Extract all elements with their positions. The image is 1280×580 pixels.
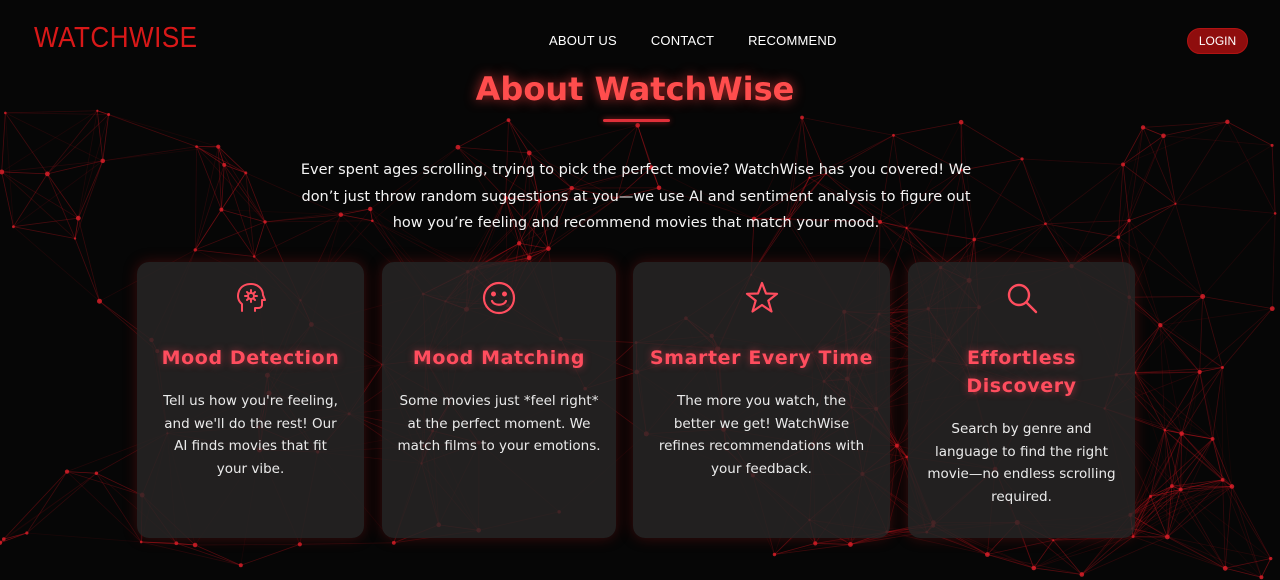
feature-card-mood-matching: Mood Matching Some movies just *feel rig… xyxy=(382,262,616,538)
feature-card-mood-detection: Mood Detection Tell us how you're feelin… xyxy=(137,262,364,538)
feature-title: Effortless Discovery xyxy=(966,347,1077,397)
feature-text: Tell us how you're feeling, and we'll do… xyxy=(163,393,338,477)
feature-card-effortless-discovery: Effortless Discovery Search by genre and… xyxy=(908,262,1135,538)
smiley-icon xyxy=(481,280,517,316)
login-button[interactable]: LOGIN xyxy=(1187,28,1248,54)
top-navbar: WATCHWISE ABOUT US CONTACT RECOMMEND LOG… xyxy=(0,0,1280,82)
about-intro: Ever spent ages scrolling, trying to pic… xyxy=(300,162,972,231)
title-underline xyxy=(603,119,670,122)
feature-text: Search by genre and language to find the… xyxy=(927,421,1116,505)
nav-about-us[interactable]: ABOUT US xyxy=(549,33,617,48)
search-icon xyxy=(1004,280,1040,316)
nav-menu: ABOUT US CONTACT RECOMMEND xyxy=(549,33,837,48)
brand-logo[interactable]: WATCHWISE xyxy=(34,22,198,55)
feature-card-smarter-every-time: Smarter Every Time The more you watch, t… xyxy=(633,262,890,538)
feature-title: Smarter Every Time xyxy=(649,347,874,369)
nav-recommend[interactable]: RECOMMEND xyxy=(748,33,836,48)
star-icon xyxy=(744,280,780,316)
about-section: About WatchWise Ever spent ages scrollin… xyxy=(0,0,1280,580)
feature-text: Some movies just *feel right* at the per… xyxy=(397,393,601,454)
feature-title: Mood Detection xyxy=(161,347,340,369)
brain-head-icon xyxy=(233,280,269,316)
feature-title: Mood Matching xyxy=(412,347,586,369)
nav-contact[interactable]: CONTACT xyxy=(651,33,714,48)
feature-text: The more you watch, the better we get! W… xyxy=(658,393,865,477)
